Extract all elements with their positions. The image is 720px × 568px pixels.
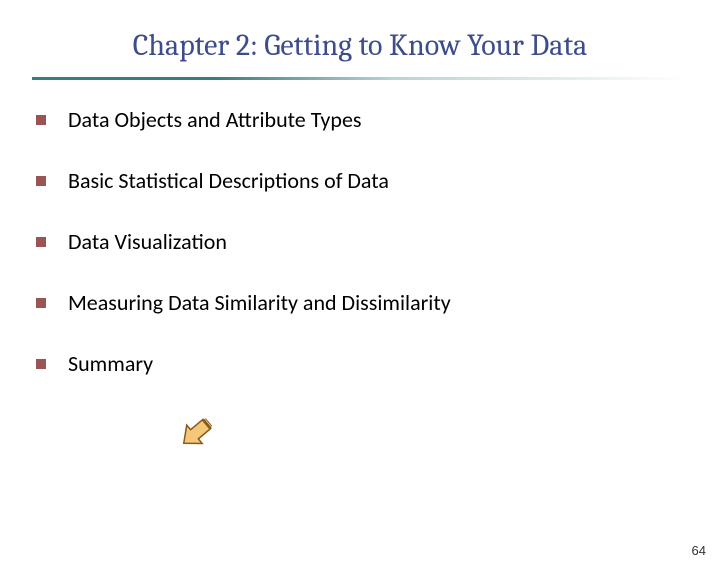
- bullet-icon: [36, 298, 46, 308]
- bullet-icon: [36, 176, 46, 186]
- list-item-text: Basic Statistical Descriptions of Data: [68, 167, 389, 194]
- page-number: 64: [692, 543, 706, 558]
- list-item: Data Visualization: [36, 228, 720, 255]
- list-item-text: Measuring Data Similarity and Dissimilar…: [68, 289, 451, 316]
- bullet-list: Data Objects and Attribute Types Basic S…: [0, 90, 720, 377]
- bullet-icon: [36, 359, 46, 369]
- list-item-text: Data Objects and Attribute Types: [68, 106, 362, 133]
- list-item: Data Objects and Attribute Types: [36, 106, 720, 133]
- list-item-text: Data Visualization: [68, 228, 227, 255]
- arrow-icon: [176, 413, 216, 458]
- list-item: Basic Statistical Descriptions of Data: [36, 167, 720, 194]
- list-item-text: Summary: [68, 350, 153, 377]
- bullet-icon: [36, 237, 46, 247]
- slide-title: Chapter 2: Getting to Know Your Data: [0, 28, 720, 63]
- list-item: Summary: [36, 350, 720, 377]
- bullet-icon: [36, 115, 46, 125]
- title-underline: [32, 77, 688, 80]
- list-item: Measuring Data Similarity and Dissimilar…: [36, 289, 720, 316]
